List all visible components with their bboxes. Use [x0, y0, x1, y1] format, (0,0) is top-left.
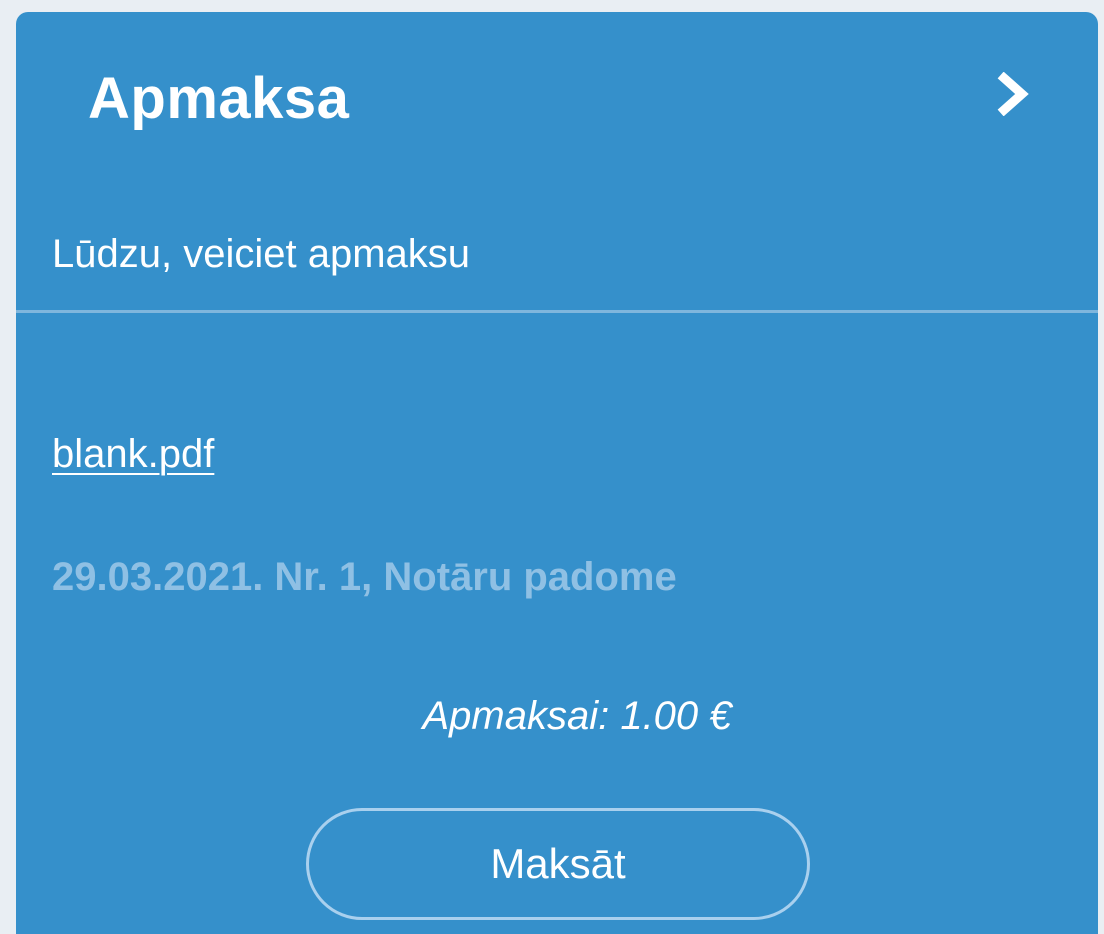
payment-card: Apmaksa Lūdzu, veiciet apmaksu blank.pdf…: [16, 12, 1098, 934]
card-title: Apmaksa: [88, 66, 350, 131]
page: Apmaksa Lūdzu, veiciet apmaksu blank.pdf…: [0, 0, 1104, 934]
payment-instruction: Lūdzu, veiciet apmaksu: [52, 232, 471, 276]
document-meta: 29.03.2021. Nr. 1, Notāru padome: [52, 555, 677, 599]
card-header: Apmaksa: [16, 12, 1098, 172]
file-link[interactable]: blank.pdf: [52, 426, 214, 482]
pay-button[interactable]: Maksāt: [306, 808, 810, 920]
divider: [16, 310, 1098, 313]
payment-amount: Apmaksai: 1.00 €: [422, 694, 732, 738]
chevron-right-icon[interactable]: [992, 71, 1036, 117]
